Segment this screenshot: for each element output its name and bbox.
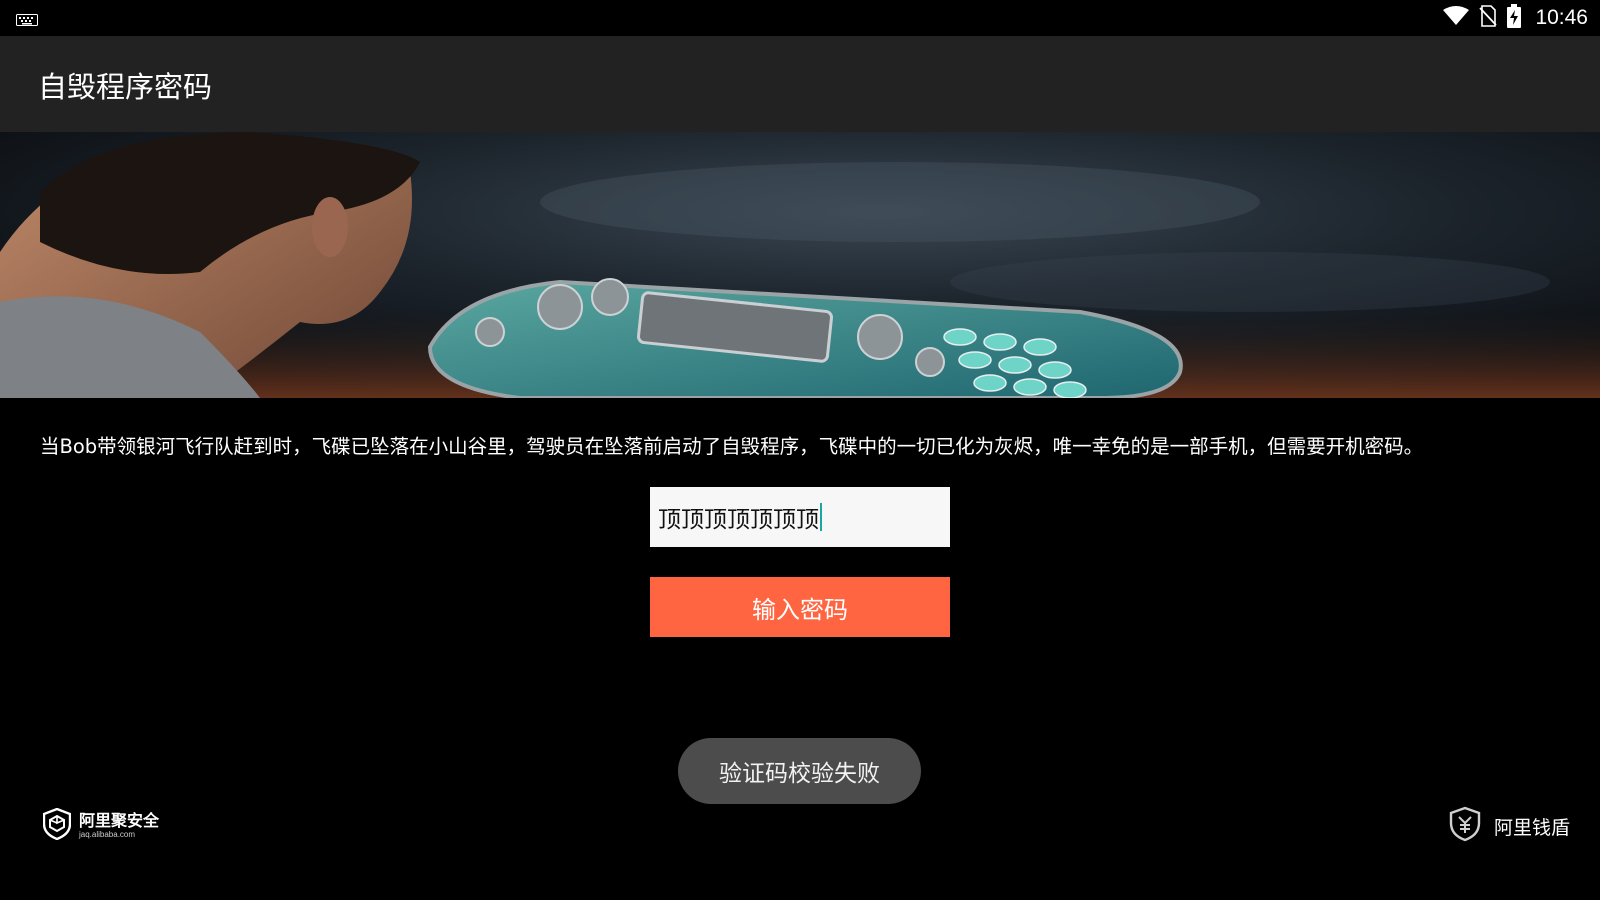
clock: 10:46 [1535,6,1588,29]
app-bar: 自毁程序密码 [0,36,1600,132]
page-title: 自毁程序密码 [38,70,213,104]
password-input-value: 顶顶顶顶顶顶顶 [658,507,819,533]
password-input[interactable]: 顶顶顶顶顶顶顶 [650,487,950,547]
qiandun-shield-icon [1448,806,1482,846]
wifi-icon [1443,6,1470,30]
submit-password-button[interactable]: 输入密码 [650,577,950,637]
text-caret [820,503,822,531]
shield-icon [42,807,72,844]
battery-charging-icon [1507,4,1522,32]
banner-image [0,132,1600,398]
error-toast: 验证码校验失败 [678,738,921,804]
qiandun-logo: 阿里钱盾 [1448,806,1570,846]
story-text: 当Bob带领银河飞行队赶到时，飞碟已坠落在小山谷里，驾驶员在坠落前启动了自毁程序… [40,435,1424,458]
aliyun-security-logo: 阿里聚安全 jaq.alibaba.com [42,807,160,844]
left-brand-url: jaq.alibaba.com [79,830,136,839]
no-sim-icon [1479,5,1498,31]
status-bar: 10:46 [0,0,1600,36]
status-icons: 10:46 [1443,4,1588,32]
keyboard-icon [16,11,38,30]
left-brand-name: 阿里聚安全 [79,811,160,830]
right-brand-name: 阿里钱盾 [1493,816,1570,839]
